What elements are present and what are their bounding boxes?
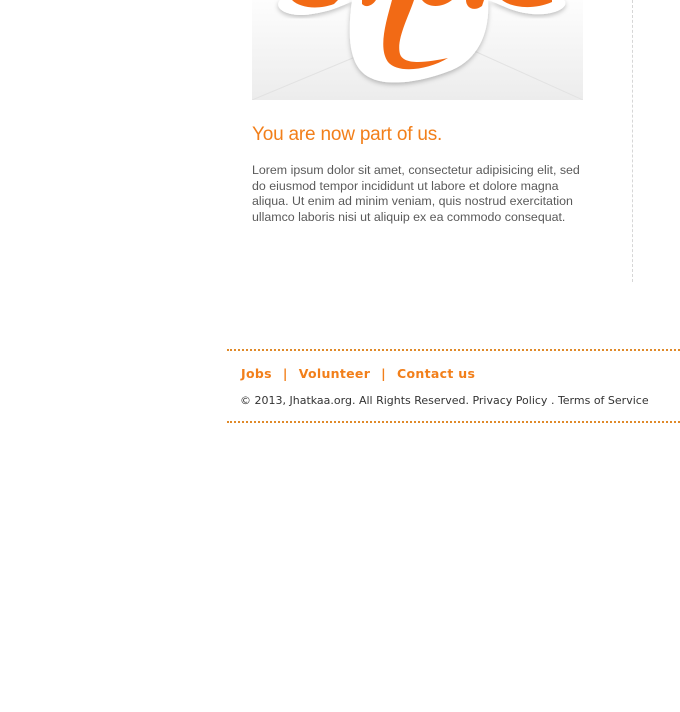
footer-link-volunteer[interactable]: Volunteer <box>299 366 370 381</box>
copyright-text: © 2013, Jhatkaa.org. All Rights Reserved… <box>240 394 469 407</box>
privacy-policy-link[interactable]: Privacy Policy <box>472 394 547 407</box>
terms-of-service-link[interactable]: Terms of Service <box>558 394 649 407</box>
vertical-divider <box>632 0 633 282</box>
copyright-line: © 2013, Jhatkaa.org. All Rights Reserved… <box>240 394 649 407</box>
footer-bottom-divider <box>227 421 680 423</box>
footer-nav: Jobs | Volunteer | Contact us <box>241 366 475 381</box>
hero-image <box>252 0 583 100</box>
copyright-dot: . <box>550 394 555 407</box>
footer-separator: | <box>381 366 387 381</box>
footer-link-jobs[interactable]: Jobs <box>241 366 272 381</box>
body-paragraph: Lorem ipsum dolor sit amet, consectetur … <box>252 163 580 224</box>
footer-separator: | <box>282 366 288 381</box>
page-headline: You are now part of us. <box>252 124 443 145</box>
footer-top-divider <box>227 349 680 351</box>
footer-link-contact[interactable]: Contact us <box>397 366 475 381</box>
love-sticker-illustration <box>252 0 583 100</box>
